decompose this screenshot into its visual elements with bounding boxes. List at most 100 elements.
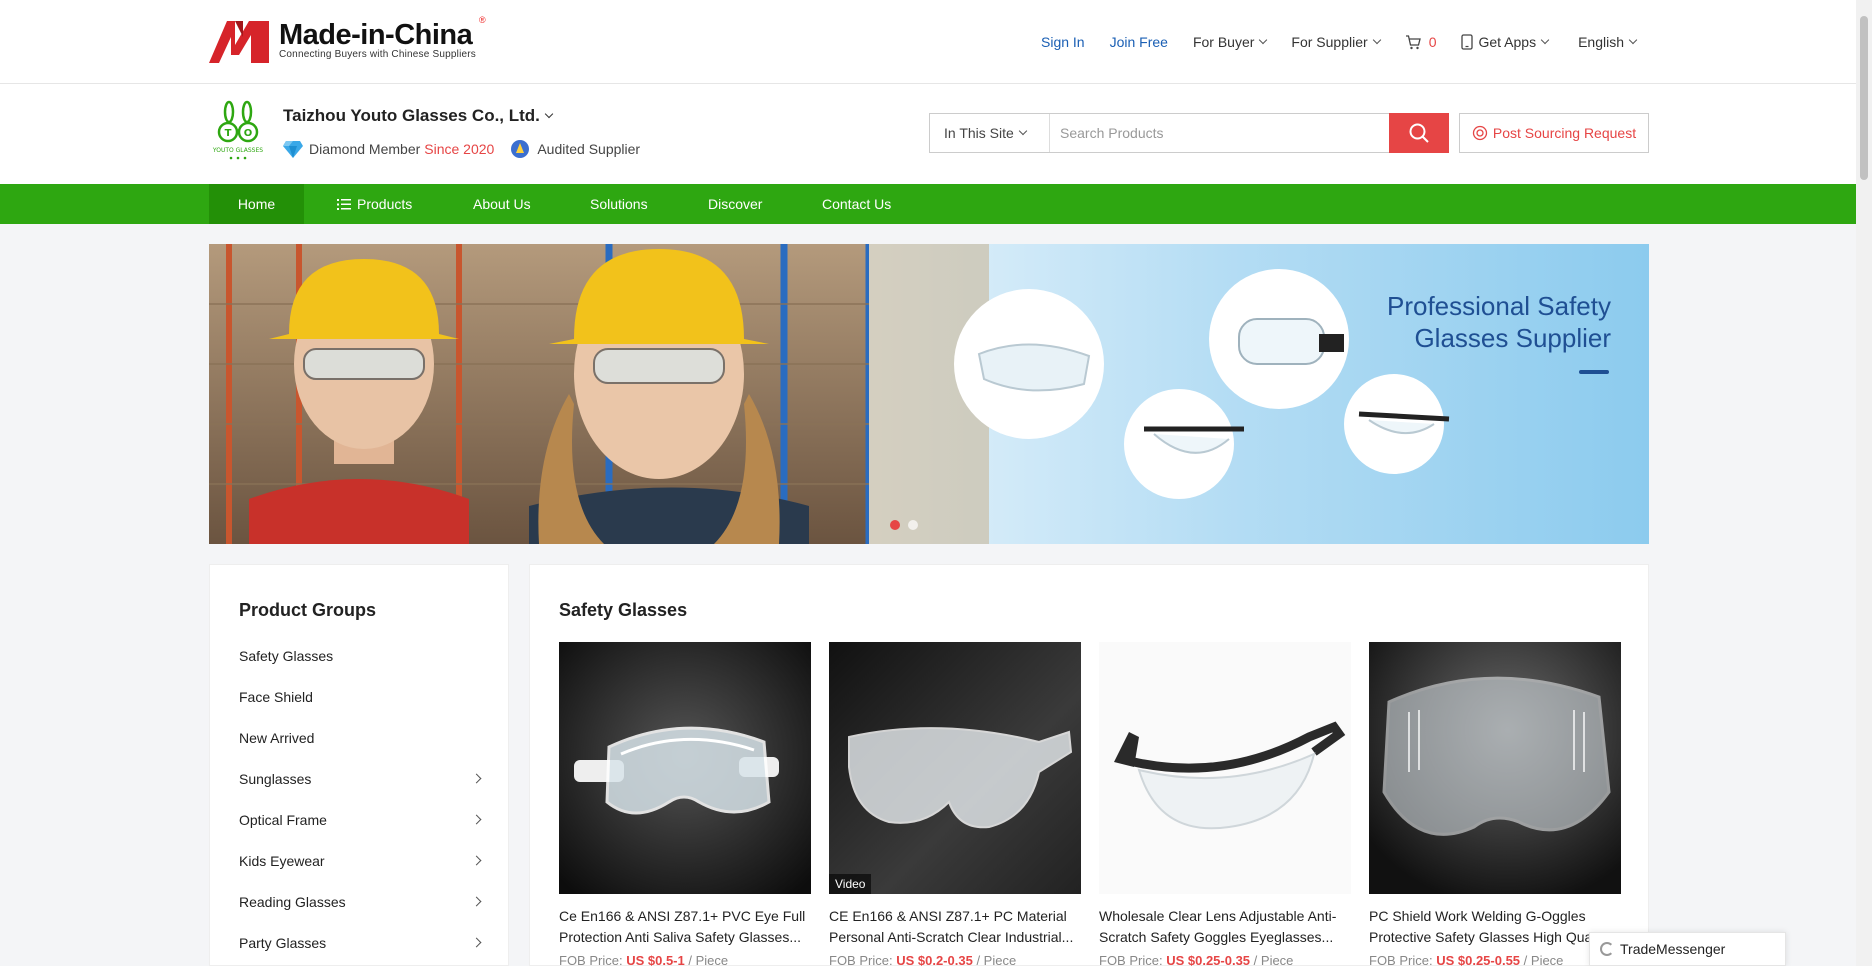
price-value: US $0.25-0.35 [1166, 953, 1251, 966]
nav-products[interactable]: Products [337, 184, 412, 224]
banner-image [209, 244, 1649, 544]
top-nav: Sign In Join Free For Buyer For Supplier… [1016, 0, 1638, 84]
price-value: US $0.25-0.55 [1436, 953, 1521, 966]
cart-icon [1405, 34, 1421, 49]
nav-solutions[interactable]: Solutions [590, 184, 648, 224]
language-label: English [1578, 34, 1624, 50]
svg-text:T: T [225, 128, 232, 139]
chevron-down-icon [1018, 126, 1028, 136]
chevron-right-icon [471, 937, 482, 948]
company-name[interactable]: Taizhou Youto Glasses Co., Ltd. [283, 106, 554, 126]
product-group-item[interactable]: Safety Glasses [239, 635, 484, 676]
search-box: In This Site [929, 113, 1413, 153]
product-image[interactable] [1099, 642, 1351, 894]
carousel-dot-1[interactable] [890, 520, 900, 530]
product-image[interactable] [1369, 642, 1621, 894]
product-name[interactable]: PC Shield Work Welding G-Oggles Protecti… [1369, 906, 1621, 948]
price-unit: / Piece [976, 953, 1017, 966]
product-group-item[interactable]: Reading Glasses [239, 881, 484, 922]
join-free-link[interactable]: Join Free [1110, 34, 1168, 50]
product-group-label: New Arrived [239, 729, 315, 746]
get-apps-label: Get Apps [1478, 34, 1537, 50]
hero-banner[interactable]: Professional Safety Glasses Supplier [209, 244, 1649, 544]
chevron-right-icon [471, 814, 482, 825]
search-input[interactable] [1050, 114, 1412, 152]
site-logo[interactable]: ® Made-in-China Connecting Buyers with C… [209, 15, 486, 64]
language-menu[interactable]: English [1578, 34, 1638, 50]
product-name[interactable]: CE En166 & ANSI Z87.1+ PC Material Perso… [829, 906, 1081, 948]
company-logo-icon[interactable]: T O YOUTO GLASSES [209, 100, 267, 162]
product-card[interactable]: Ce En166 & ANSI Z87.1+ PVC Eye Full Prot… [559, 642, 811, 966]
goggles-image [559, 642, 811, 894]
product-groups-panel: Product Groups Safety Glasses Face Shiel… [209, 564, 509, 966]
chevron-down-icon [1372, 35, 1381, 45]
registered-mark: ® [479, 15, 486, 25]
product-price: FOB Price: US $0.2-0.35 / Piece [829, 953, 1081, 966]
for-supplier-menu[interactable]: For Supplier [1291, 34, 1381, 50]
get-apps-menu[interactable]: Get Apps [1461, 34, 1550, 50]
price-unit: / Piece [1523, 953, 1564, 966]
logo-title: Made-in-China [279, 19, 473, 51]
product-name[interactable]: Wholesale Clear Lens Adjustable Anti-Scr… [1099, 906, 1351, 948]
post-sourcing-request-button[interactable]: Post Sourcing Request [1459, 113, 1649, 153]
price-label: FOB Price: [829, 953, 893, 966]
member-since: Since 2020 [424, 141, 495, 157]
chevron-right-icon [471, 773, 482, 784]
chevron-right-icon [471, 855, 482, 866]
nav-discover[interactable]: Discover [708, 184, 762, 224]
product-group-item[interactable]: Kids Eyewear [239, 840, 484, 881]
scrollbar-thumb[interactable] [1860, 16, 1868, 180]
price-value: US $0.2-0.35 [896, 953, 973, 966]
product-price: FOB Price: US $0.5-1 / Piece [559, 953, 811, 966]
carousel-dot-2[interactable] [908, 520, 918, 530]
target-icon [1472, 125, 1488, 141]
product-card[interactable]: Wholesale Clear Lens Adjustable Anti-Scr… [1099, 642, 1351, 966]
page-scrollbar[interactable] [1856, 0, 1872, 966]
phone-icon [1461, 34, 1474, 50]
diamond-member-label[interactable]: Diamond Member [309, 141, 420, 157]
logo-subtitle: Connecting Buyers with Chinese Suppliers [279, 49, 476, 60]
product-group-item[interactable]: Sunglasses [239, 758, 484, 799]
svg-text:O: O [244, 128, 253, 139]
product-group-item[interactable]: New Arrived [239, 717, 484, 758]
product-name[interactable]: Ce En166 & ANSI Z87.1+ PVC Eye Full Prot… [559, 906, 811, 948]
product-image[interactable]: Video [829, 642, 1081, 894]
product-group-item[interactable]: Optical Frame [239, 799, 484, 840]
cart-link[interactable]: 0 [1405, 34, 1437, 50]
nav-home[interactable]: Home [209, 184, 304, 224]
nav-about-us[interactable]: About Us [473, 184, 531, 224]
product-image[interactable] [559, 642, 811, 894]
product-group-label: Party Glasses [239, 934, 327, 951]
price-value: US $0.5-1 [626, 953, 685, 966]
trade-messenger-button[interactable]: TradeMessenger [1589, 932, 1786, 966]
product-group-item[interactable]: Face Shield [239, 676, 484, 717]
video-badge[interactable]: Video [829, 874, 872, 894]
price-label: FOB Price: [559, 953, 623, 966]
sign-in-link[interactable]: Sign In [1041, 34, 1085, 50]
loading-spinner-icon [1600, 942, 1614, 956]
safety-glasses-image [829, 642, 1081, 894]
chevron-down-icon [1259, 35, 1268, 45]
nav-contact-us[interactable]: Contact Us [822, 184, 891, 224]
for-buyer-menu[interactable]: For Buyer [1192, 34, 1268, 50]
cart-count: 0 [1428, 34, 1437, 50]
price-unit: / Piece [688, 953, 729, 966]
search-button[interactable] [1389, 113, 1449, 153]
product-card[interactable]: Video CE En166 & ANSI Z87.1+ PC Material… [829, 642, 1081, 966]
product-price: FOB Price: US $0.25-0.35 / Piece [1099, 953, 1351, 966]
product-group-label: Safety Glasses [239, 647, 334, 664]
search-icon [1409, 123, 1429, 143]
trade-messenger-label: TradeMessenger [1620, 941, 1726, 957]
nav-products-label: Products [357, 196, 413, 212]
top-bar: ® Made-in-China Connecting Buyers with C… [0, 0, 1856, 84]
product-section: Safety Glasses Ce En166 & ANSI Z87.1+ PV… [529, 564, 1649, 966]
product-card[interactable]: PC Shield Work Welding G-Oggles Protecti… [1369, 642, 1621, 966]
product-group-item[interactable]: Party Glasses [239, 922, 484, 963]
for-buyer-label: For Buyer [1192, 34, 1255, 50]
product-group-label: Sunglasses [239, 770, 312, 787]
chevron-right-icon [471, 896, 482, 907]
audited-supplier-label[interactable]: Audited Supplier [537, 141, 640, 157]
search-scope-select[interactable]: In This Site [930, 114, 1050, 152]
banner-headline-line1: Professional Safety [1386, 291, 1611, 321]
section-title: Safety Glasses [559, 600, 688, 620]
